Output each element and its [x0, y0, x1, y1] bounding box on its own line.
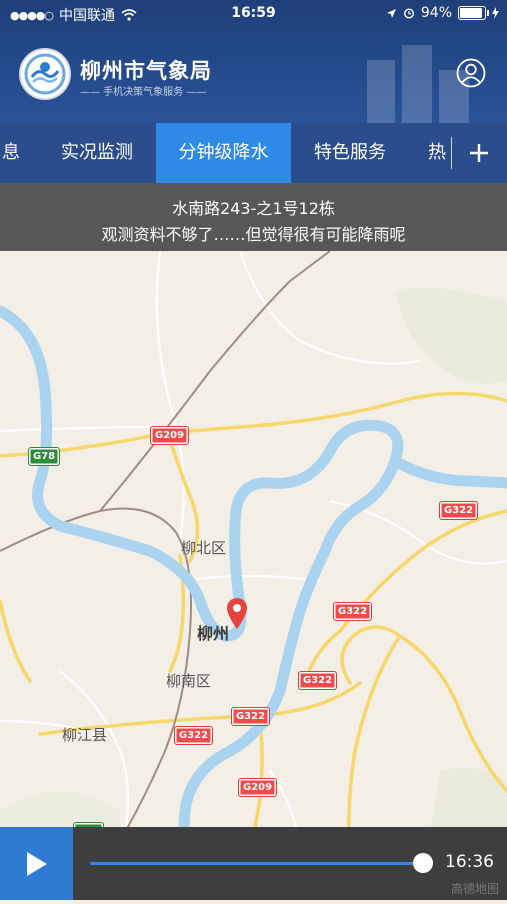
app-header: ●●●●○ 中国联通 16:59 94% 柳州市气象局 —— 手机决策气象服务 … [0, 0, 507, 123]
place-liunan-district: 柳南区 [166, 672, 212, 690]
plus-icon [469, 144, 488, 162]
road-shield-g322: G322 [298, 671, 338, 690]
category-tabs: 息 实况监测 分钟级降水 特色服务 热 [0, 123, 507, 183]
location-banner: 水南路243-之1号12栋 观测资料不够了……但觉得很有可能降雨呢 [0, 183, 507, 251]
road-shield-g322: G322 [174, 726, 214, 745]
weather-bureau-logo [19, 48, 71, 100]
place-liubei-district: 柳北区 [181, 539, 227, 557]
play-button[interactable] [0, 827, 73, 900]
play-icon [26, 851, 47, 876]
user-account-icon[interactable] [456, 58, 486, 88]
tab-minute-precipitation[interactable]: 分钟级降水 [156, 123, 291, 183]
map-attribution: 高德地图 [450, 882, 499, 896]
location-pin-icon[interactable] [225, 596, 249, 630]
address-label: 水南路243-之1号12栋 [172, 199, 335, 218]
map-view[interactable]: 柳北区 柳州 柳南区 柳江县 G209 G78 G322 G322 G322 G… [0, 250, 507, 904]
road-shield-g78: G78 [28, 447, 61, 466]
charging-bolt-icon [492, 7, 499, 19]
road-shield-g322: G322 [231, 707, 271, 726]
place-liujiang-county: 柳江县 [62, 726, 108, 744]
road-shield-g209: G209 [150, 426, 190, 445]
timeline-thumb[interactable] [413, 853, 433, 873]
road-shield-g322: G322 [333, 602, 373, 621]
status-bar: ●●●●○ 中国联通 16:59 94% [0, 0, 507, 26]
road-shield-g209: G209 [238, 778, 278, 797]
tab-live-monitoring[interactable]: 实况监测 [38, 123, 156, 183]
forecast-message: 观测资料不够了……但觉得很有可能降雨呢 [101, 225, 406, 244]
app-title: 柳州市气象局 [80, 59, 212, 83]
map-canvas[interactable] [0, 250, 507, 904]
playback-time: 16:36 [445, 852, 494, 872]
battery-icon [458, 6, 489, 20]
alarm-clock-icon [403, 8, 414, 19]
tab-info[interactable]: 息 [0, 123, 22, 183]
add-tab-button[interactable] [450, 123, 507, 183]
app-subtitle: —— 手机决策气象服务 —— [80, 87, 207, 98]
timeline-slider[interactable] [90, 862, 425, 865]
playback-bar: 16:36 [0, 827, 507, 900]
road-shield-g322: G322 [439, 501, 479, 520]
tab-special-services[interactable]: 特色服务 [291, 123, 409, 183]
tab-hot[interactable]: 热 [421, 123, 453, 183]
logo-emblem [24, 53, 66, 95]
battery-percent: 94% [420, 5, 452, 21]
location-arrow-icon [386, 8, 396, 18]
